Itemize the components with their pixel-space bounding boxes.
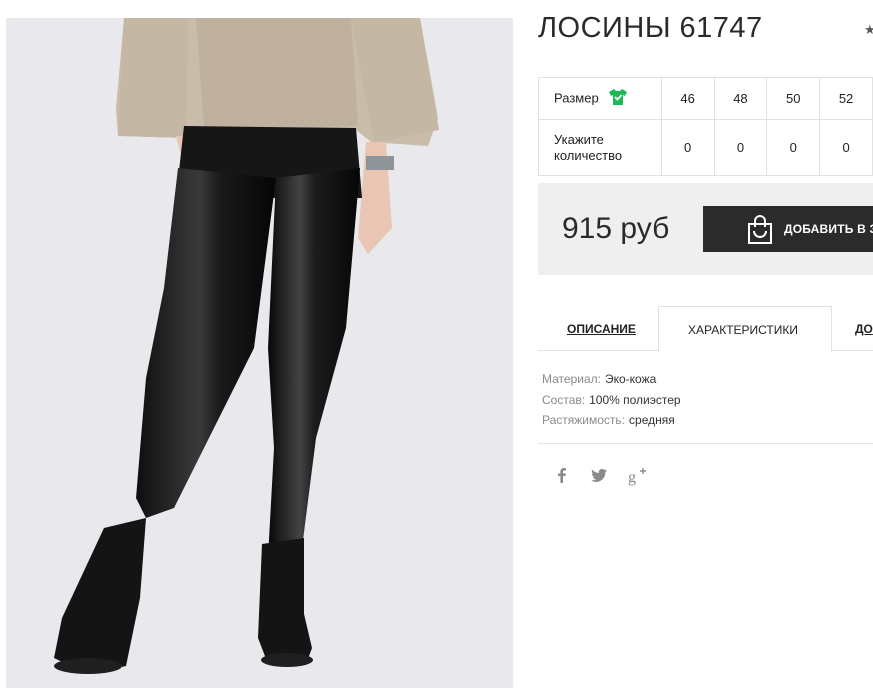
add-to-cart-label: ДОБАВИТЬ В З (784, 222, 873, 236)
svg-text:g: g (628, 469, 636, 486)
quantity-label-cell: Укажите количество (538, 119, 662, 176)
quantity-row: Укажите количество 0 0 0 0 (538, 119, 873, 176)
product-photo[interactable] (6, 18, 513, 688)
tab-characteristics[interactable]: ХАРАКТЕРИСТИКИ (658, 306, 832, 352)
spec-value: средняя (629, 413, 675, 427)
tab-characteristics-label: ХАРАКТЕРИСТИКИ (688, 323, 799, 337)
quantity-input[interactable]: 0 (819, 119, 873, 176)
tab-description-label: ОПИСАНИЕ (567, 322, 636, 336)
size-label-cell: Размер (538, 77, 662, 120)
size-label: Размер (554, 89, 599, 105)
spec-key: Материал: (542, 372, 601, 386)
tab-delivery[interactable]: ДО (831, 306, 873, 350)
spec-value: 100% полиэстер (589, 392, 681, 407)
tshirt-check-icon[interactable] (608, 88, 628, 110)
price: 915 руб (562, 212, 670, 245)
spec-row-stretch: Растяжимость: средняя (542, 410, 681, 431)
quantity-input[interactable]: 0 (660, 119, 715, 176)
divider (538, 443, 873, 444)
spec-key: Состав: (542, 392, 586, 407)
product-photo-illustration (54, 18, 439, 674)
size-table: Размер 46 48 50 52 Укажите количество 0 … (538, 77, 873, 176)
purchase-box: 915 руб ДОБАВИТЬ В З (538, 183, 873, 275)
twitter-icon[interactable] (590, 466, 608, 489)
size-option[interactable]: 46 (660, 77, 715, 120)
size-option[interactable]: 48 (713, 77, 768, 120)
quantity-input[interactable]: 0 (766, 119, 821, 176)
spec-key: Растяжимость: (542, 413, 626, 427)
spec-row-material: Материал: Эко-кожа (542, 369, 681, 390)
spec-row-composition: Состав: 100% полиэстер (542, 390, 681, 411)
characteristics-list: Материал: Эко-кожа Состав: 100% полиэстер … (542, 369, 681, 431)
product-tabs: ОПИСАНИЕ ХАРАКТЕРИСТИКИ ДО (538, 306, 873, 352)
add-to-cart-button[interactable]: ДОБАВИТЬ В З (703, 206, 873, 252)
shopping-bag-icon (746, 215, 774, 250)
quantity-label-line2: количество (554, 147, 623, 163)
size-option[interactable]: 50 (766, 77, 821, 120)
star-icon[interactable]: ★ (864, 22, 873, 38)
facebook-icon[interactable] (556, 466, 568, 489)
tab-description[interactable]: ОПИСАНИЕ (538, 306, 658, 350)
tab-delivery-label: ДО (855, 322, 873, 336)
product-title: ЛОСИНЫ 61747 (538, 12, 763, 44)
spec-value: Эко-кожа (604, 372, 657, 386)
google-plus-icon[interactable]: g (627, 466, 647, 491)
size-row: Размер 46 48 50 52 (538, 77, 873, 120)
size-option[interactable]: 52 (819, 77, 873, 120)
quantity-input[interactable]: 0 (713, 119, 768, 176)
quantity-label-line1: Укажите (554, 131, 604, 147)
